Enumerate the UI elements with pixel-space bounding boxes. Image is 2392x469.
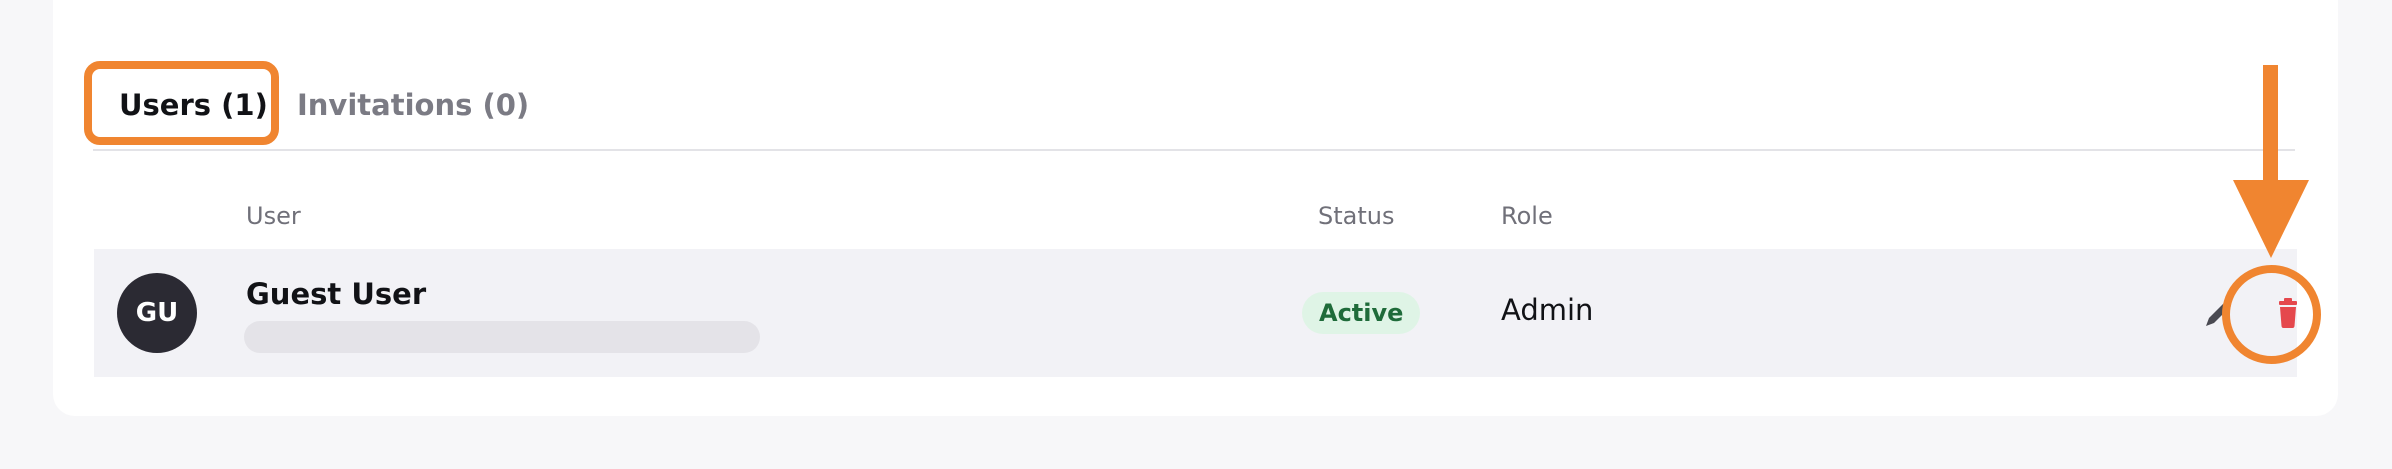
column-header-status: Status (1318, 202, 1395, 230)
tab-invitations[interactable]: Invitations (0) (297, 88, 529, 122)
table-row: GU Guest User Active Admin (94, 249, 2297, 377)
avatar: GU (117, 273, 197, 353)
status-badge: Active (1302, 292, 1421, 334)
tab-users[interactable]: Users (1) (119, 88, 268, 122)
user-role: Admin (1501, 293, 1594, 327)
tab-bar: Users (1) Invitations (0) (93, 64, 2295, 151)
column-header-user: User (246, 202, 301, 230)
edit-icon[interactable] (2202, 296, 2236, 330)
user-email-redacted (244, 321, 760, 353)
delete-icon[interactable] (2271, 296, 2305, 330)
arrow-annotation-shaft (2263, 65, 2278, 190)
arrow-annotation-head (2233, 180, 2309, 258)
user-name: Guest User (246, 277, 427, 311)
column-header-role: Role (1501, 202, 1553, 230)
